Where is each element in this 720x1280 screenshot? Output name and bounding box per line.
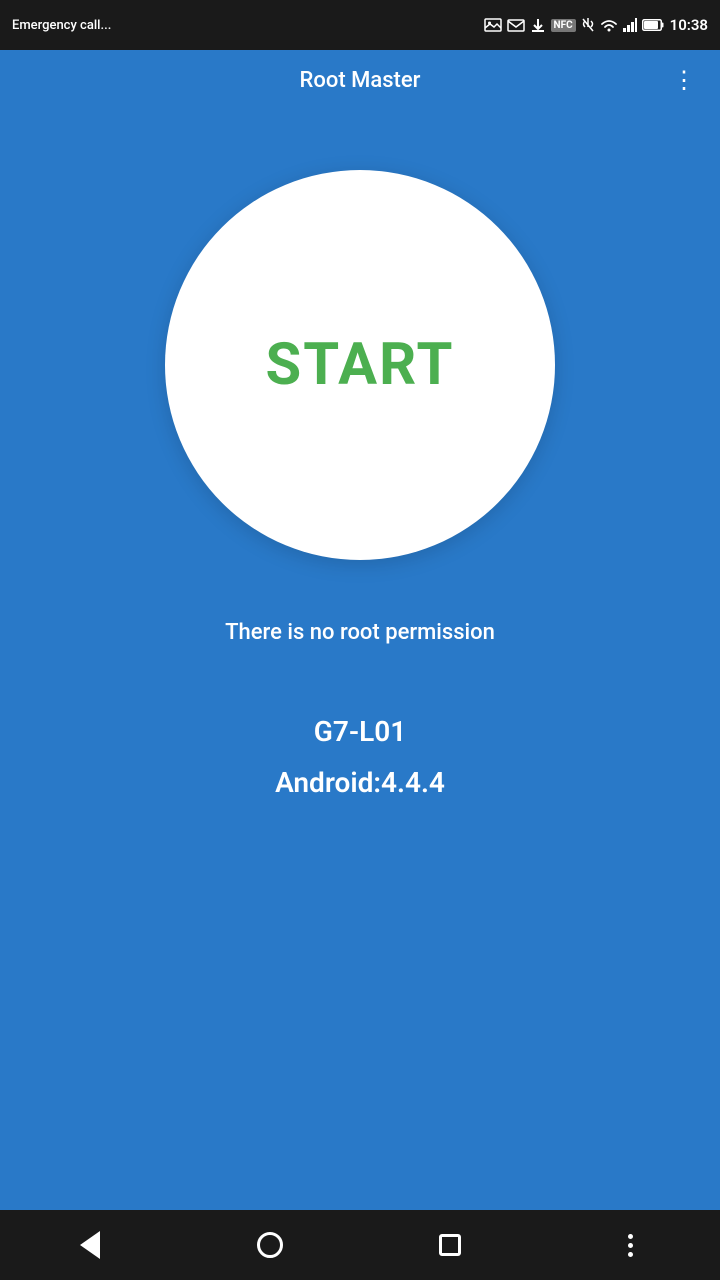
overflow-menu-button[interactable]: ⋮ xyxy=(664,60,704,100)
status-message: There is no root permission xyxy=(205,620,515,645)
nav-recent-button[interactable] xyxy=(425,1220,475,1270)
status-time: 10:38 xyxy=(670,16,708,34)
nav-more-button[interactable] xyxy=(605,1220,655,1270)
image-icon xyxy=(484,18,502,32)
signal-icon xyxy=(623,18,637,32)
start-label: START xyxy=(266,331,455,399)
more-icon xyxy=(628,1234,633,1257)
wifi-icon xyxy=(600,18,618,32)
mute-icon xyxy=(581,17,595,33)
start-button[interactable]: START xyxy=(165,170,555,560)
main-content: START There is no root permission G7-L01… xyxy=(0,110,720,1210)
email-icon xyxy=(507,19,525,32)
status-icons: NFC xyxy=(484,17,664,33)
app-title: Root Master xyxy=(56,68,664,93)
battery-icon xyxy=(642,19,664,31)
app-bar: Root Master ⋮ xyxy=(0,50,720,110)
nav-bar xyxy=(0,1210,720,1280)
back-icon xyxy=(80,1231,100,1259)
home-icon xyxy=(257,1232,283,1258)
device-info: G7-L01 Android:4.4.4 xyxy=(275,715,445,799)
android-version: Android:4.4.4 xyxy=(275,766,445,799)
nav-back-button[interactable] xyxy=(65,1220,115,1270)
download-icon xyxy=(530,17,546,33)
nfc-icon: NFC xyxy=(551,19,576,32)
status-emergency-text: Emergency call... xyxy=(12,18,111,33)
status-bar: Emergency call... NFC xyxy=(0,0,720,50)
recent-icon xyxy=(439,1234,461,1256)
device-model: G7-L01 xyxy=(275,715,445,748)
status-right-area: NFC xyxy=(484,16,708,34)
nav-home-button[interactable] xyxy=(245,1220,295,1270)
